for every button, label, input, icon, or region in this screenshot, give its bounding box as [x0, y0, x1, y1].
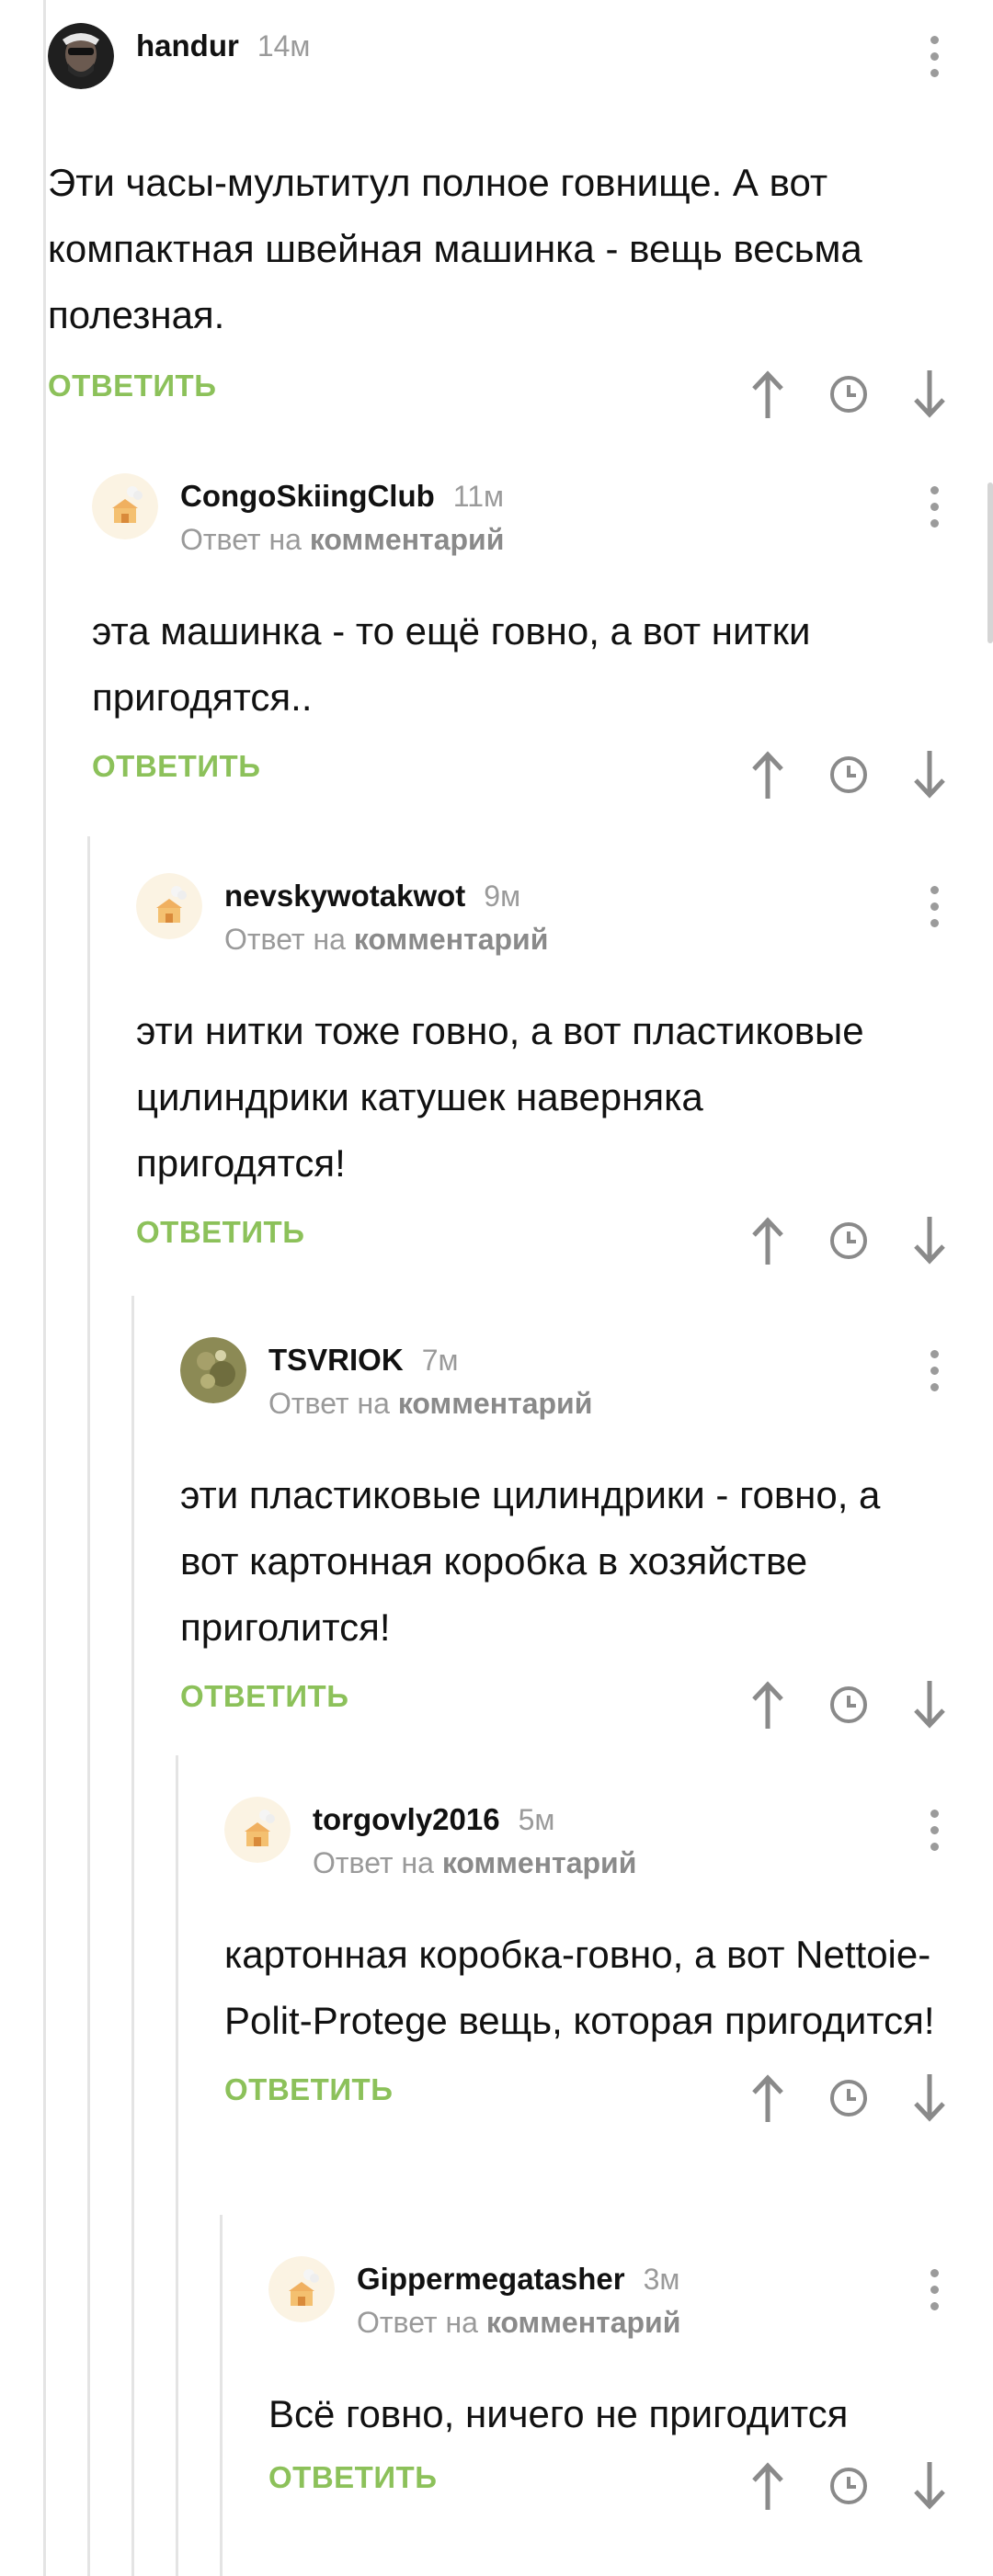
user-avatar[interactable] [180, 1337, 246, 1403]
comment: TSVRIOK 7м Ответ на комментарий эти пласт… [180, 1337, 956, 1734]
arrow-up-icon[interactable] [745, 749, 791, 800]
clock-icon[interactable] [826, 369, 872, 420]
reply-to: Ответ на комментарий [357, 2306, 681, 2339]
username[interactable]: nevskywotakwot 9м [224, 879, 520, 914]
comment-text: Эти часы-мультитул полное говнище. А вот… [48, 161, 862, 336]
thread-line [176, 1755, 178, 2576]
arrow-down-icon[interactable] [907, 1679, 953, 1731]
comment-time: 11м [452, 480, 505, 513]
reply-button[interactable]: ОТВЕТИТЬ [48, 369, 216, 403]
user-avatar[interactable] [224, 1797, 291, 1863]
reply-to-link[interactable]: комментарий [398, 1387, 593, 1420]
arrow-up-icon[interactable] [745, 1679, 791, 1731]
comment-text: Всё говно, ничего не пригодится [268, 2392, 849, 2435]
arrow-down-icon[interactable] [907, 1215, 953, 1266]
username[interactable]: CongoSkiingClub 11м [180, 479, 504, 514]
reply-button[interactable]: ОТВЕТИТЬ [136, 1215, 304, 1250]
comment: handur 14м Эти часы-мультитул полное говн… [48, 23, 958, 424]
reply-to-link[interactable]: комментарий [442, 1846, 637, 1879]
clock-icon[interactable] [826, 2072, 872, 2124]
reply-to: Ответ на комментарий [313, 1846, 637, 1879]
comment-time: 14м [257, 29, 311, 62]
thread-line [131, 1296, 134, 2576]
username[interactable]: handur 14м [136, 28, 310, 63]
arrow-up-icon[interactable] [745, 2072, 791, 2124]
reply-to-link[interactable]: комментарий [354, 923, 549, 956]
clock-icon[interactable] [826, 2460, 872, 2512]
scrollbar[interactable] [987, 482, 993, 643]
thread-line [87, 836, 90, 2576]
username[interactable]: TSVRIOK 7м [268, 1343, 458, 1378]
thread-line [220, 2215, 223, 2576]
arrow-down-icon[interactable] [907, 749, 953, 800]
comment-time: 3м [643, 2263, 680, 2296]
username[interactable]: Gippermegatasher 3м [357, 2262, 679, 2297]
more-vertical-icon[interactable] [929, 486, 940, 532]
more-vertical-icon[interactable] [929, 886, 940, 932]
reply-button[interactable]: ОТВЕТИТЬ [92, 749, 260, 784]
clock-icon[interactable] [826, 1679, 872, 1731]
more-vertical-icon[interactable] [929, 36, 940, 82]
comment: torgovly2016 5м Ответ на комментарий карт… [224, 1797, 956, 2128]
comment-text: эти нитки тоже говно, а вот пластиковые … [136, 1009, 864, 1185]
comment-time: 9м [484, 879, 521, 913]
more-vertical-icon[interactable] [929, 1810, 940, 1855]
user-avatar[interactable] [48, 23, 114, 89]
reply-to: Ответ на комментарий [268, 1387, 593, 1420]
reply-button[interactable]: ОТВЕТИТЬ [180, 1679, 348, 1714]
arrow-up-icon[interactable] [745, 1215, 791, 1266]
more-vertical-icon[interactable] [929, 1350, 940, 1396]
comment: CongoSkiingClub 11м Ответ на комментарий … [92, 473, 956, 804]
clock-icon[interactable] [826, 749, 872, 800]
comment-text: картонная коробка-говно, а вот Nettoie-P… [224, 1933, 935, 2042]
reply-to-link[interactable]: комментарий [486, 2306, 681, 2339]
reply-button[interactable]: ОТВЕТИТЬ [268, 2460, 437, 2495]
comment: Gippermegatasher 3м Ответ на комментарий … [268, 2256, 956, 2515]
comment-time: 7м [421, 1344, 459, 1377]
user-avatar[interactable] [92, 473, 158, 539]
thread-line [43, 0, 46, 2576]
comment-text: эти пластиковые цилиндрики - говно, а во… [180, 1473, 881, 1649]
reply-to: Ответ на комментарий [180, 523, 505, 556]
arrow-up-icon[interactable] [745, 2460, 791, 2512]
user-avatar[interactable] [136, 873, 202, 939]
clock-icon[interactable] [826, 1215, 872, 1266]
reply-button[interactable]: ОТВЕТИТЬ [224, 2072, 393, 2107]
arrow-down-icon[interactable] [907, 369, 953, 420]
arrow-down-icon[interactable] [907, 2460, 953, 2512]
reply-to-link[interactable]: комментарий [310, 523, 505, 556]
arrow-up-icon[interactable] [745, 369, 791, 420]
reply-to: Ответ на комментарий [224, 923, 549, 956]
more-vertical-icon[interactable] [929, 2269, 940, 2315]
comment-text: эта машинка - то ещё говно, а вот нитки … [92, 609, 811, 719]
comment-time: 5м [518, 1803, 555, 1836]
arrow-down-icon[interactable] [907, 2072, 953, 2124]
username[interactable]: torgovly2016 5м [313, 1802, 554, 1837]
user-avatar[interactable] [268, 2256, 335, 2322]
comment: nevskywotakwot 9м Ответ на комментарий эт… [136, 873, 956, 1270]
